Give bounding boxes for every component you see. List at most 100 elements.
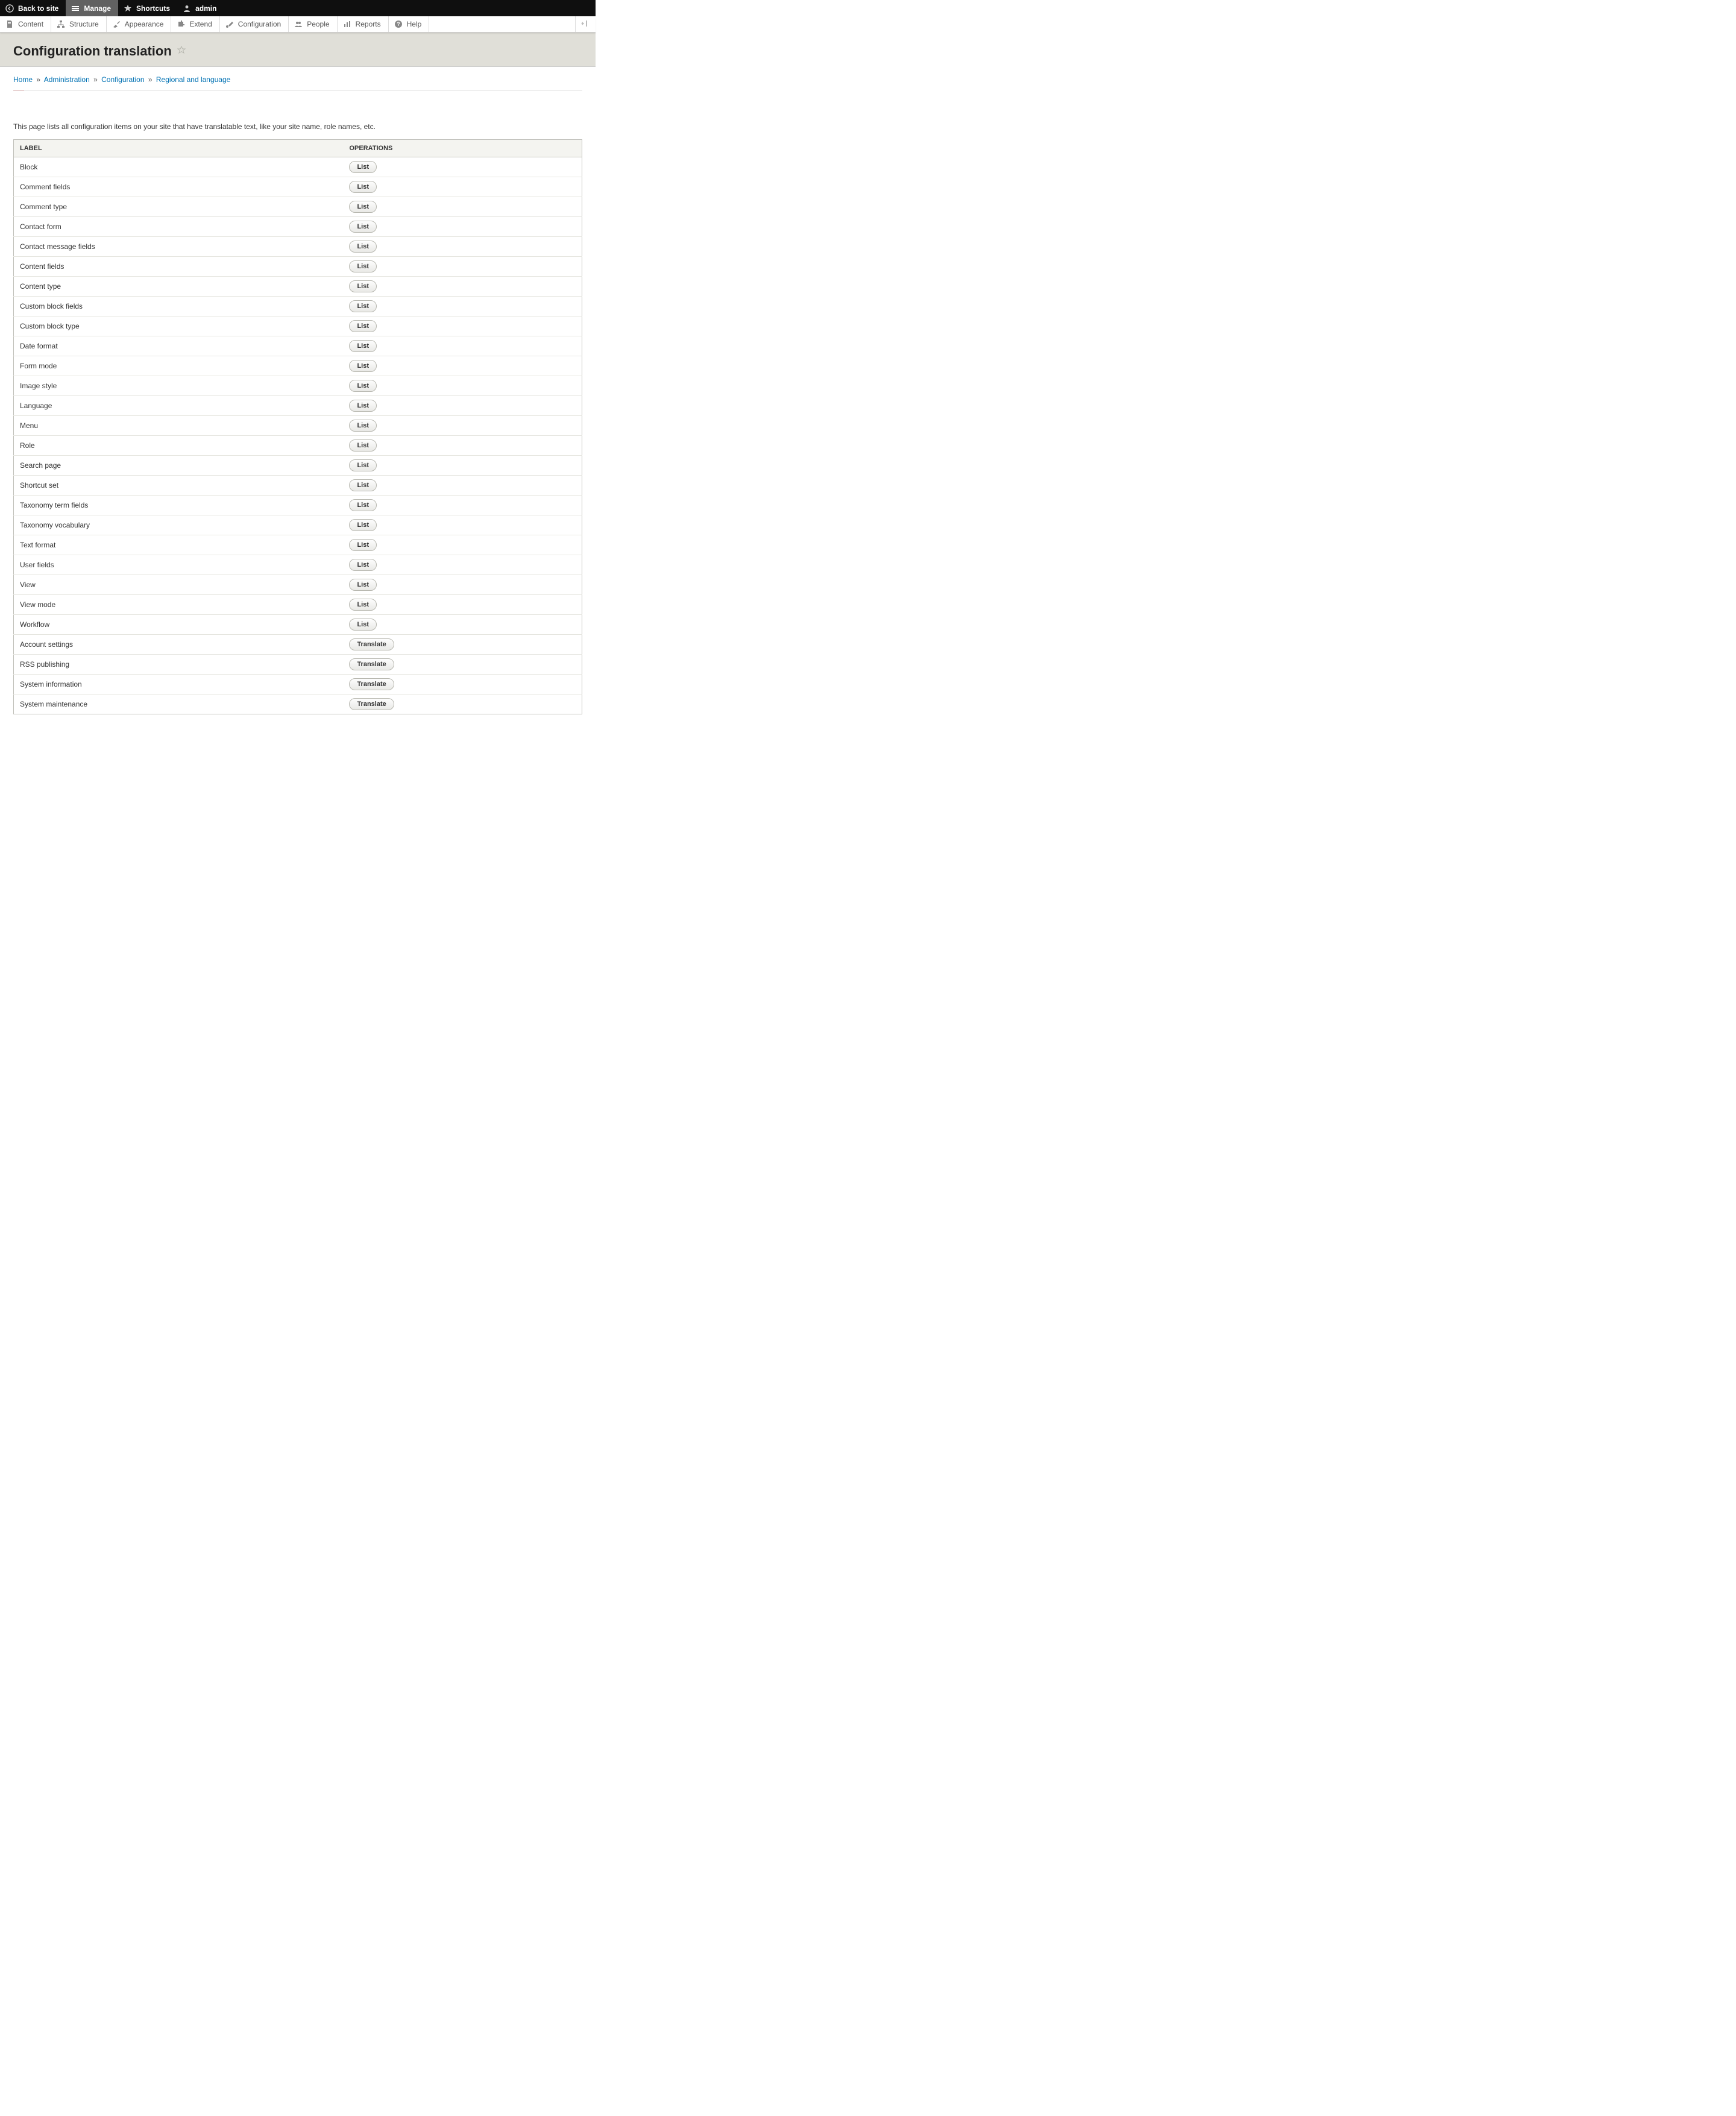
translate-button[interactable]: Translate <box>349 678 394 690</box>
row-operations: List <box>343 615 582 635</box>
list-button[interactable]: List <box>349 519 377 531</box>
list-button[interactable]: List <box>349 579 377 591</box>
table-row: Form mode List <box>14 356 582 376</box>
user-label: admin <box>195 4 216 13</box>
row-operations: List <box>343 595 582 615</box>
row-operations: List <box>343 436 582 456</box>
list-button[interactable]: List <box>349 360 377 372</box>
row-label: Taxonomy vocabulary <box>14 515 344 535</box>
breadcrumb-administration[interactable]: Administration <box>44 75 90 84</box>
orientation-toggle[interactable] <box>575 16 596 32</box>
row-label: View <box>14 575 344 595</box>
list-button[interactable]: List <box>349 479 377 491</box>
tray-item-appearance[interactable]: Appearance <box>107 16 172 32</box>
intro-text: This page lists all configuration items … <box>0 91 596 139</box>
row-operations: List <box>343 515 582 535</box>
list-button[interactable]: List <box>349 260 377 272</box>
table-row: Image style List <box>14 376 582 396</box>
table-row: Search pageList <box>14 456 582 476</box>
table-row: Date formatList <box>14 336 582 356</box>
tray-item-structure[interactable]: Structure <box>51 16 107 32</box>
favorite-star-icon[interactable] <box>177 46 186 54</box>
tray-item-people[interactable]: People <box>289 16 337 32</box>
shortcuts-button[interactable]: Shortcuts <box>118 0 177 16</box>
breadcrumb-regional[interactable]: Regional and language <box>156 75 230 84</box>
list-button[interactable]: List <box>349 300 377 312</box>
table-row: System maintenanceTranslate <box>14 694 582 714</box>
list-button[interactable]: List <box>349 221 377 233</box>
row-label: Text format <box>14 535 344 555</box>
list-button[interactable]: List <box>349 459 377 471</box>
manage-label: Manage <box>84 4 111 13</box>
translate-button[interactable]: Translate <box>349 698 394 710</box>
row-label: Workflow <box>14 615 344 635</box>
list-button[interactable]: List <box>349 499 377 511</box>
translate-button[interactable]: Translate <box>349 658 394 670</box>
row-operations: List <box>343 396 582 416</box>
list-button[interactable]: List <box>349 420 377 432</box>
list-button[interactable]: List <box>349 400 377 412</box>
row-operations: List <box>343 316 582 336</box>
table-row: Shortcut setList <box>14 476 582 496</box>
row-label: Comment type <box>14 197 344 217</box>
col-label-header: LABEL <box>14 140 344 157</box>
user-button[interactable]: admin <box>177 0 224 16</box>
svg-text:?: ? <box>397 21 400 27</box>
row-label: Language <box>14 396 344 416</box>
table-row: Custom block fieldsList <box>14 297 582 316</box>
list-button[interactable]: List <box>349 161 377 173</box>
list-button[interactable]: List <box>349 181 377 193</box>
row-label: Block <box>14 157 344 177</box>
table-row: Text format List <box>14 535 582 555</box>
tray-label: People <box>307 20 329 28</box>
breadcrumb-home[interactable]: Home <box>13 75 33 84</box>
extend-icon <box>176 19 186 29</box>
tray-label: Configuration <box>238 20 281 28</box>
table-row: Taxonomy term fieldsList <box>14 496 582 515</box>
list-button[interactable]: List <box>349 539 377 551</box>
row-operations: Translate <box>343 694 582 714</box>
list-button[interactable]: List <box>349 320 377 332</box>
list-button[interactable]: List <box>349 380 377 392</box>
row-label: Form mode <box>14 356 344 376</box>
page-title: Configuration translation <box>13 43 172 59</box>
row-label: Content type <box>14 277 344 297</box>
table-row: User fieldsList <box>14 555 582 575</box>
table-row: RoleList <box>14 436 582 456</box>
table-row: Comment fieldsList <box>14 177 582 197</box>
list-button[interactable]: List <box>349 340 377 352</box>
table-row: RSS publishingTranslate <box>14 655 582 675</box>
tray-label: Content <box>18 20 43 28</box>
translate-button[interactable]: Translate <box>349 638 394 650</box>
list-button[interactable]: List <box>349 619 377 631</box>
tray-item-extend[interactable]: Extend <box>171 16 219 32</box>
list-button[interactable]: List <box>349 241 377 253</box>
row-label: Image style <box>14 376 344 396</box>
breadcrumb: Home » Administration » Configuration » … <box>0 67 596 87</box>
breadcrumb-configuration[interactable]: Configuration <box>101 75 144 84</box>
list-button[interactable]: List <box>349 559 377 571</box>
back-to-site-button[interactable]: Back to site <box>0 0 66 16</box>
orientation-icon <box>581 19 591 30</box>
tray-item-content[interactable]: Content <box>0 16 51 32</box>
row-label: Menu <box>14 416 344 436</box>
row-operations: List <box>343 456 582 476</box>
toolbar-bar: Back to site Manage Shortcuts admin <box>0 0 596 16</box>
back-icon <box>5 4 14 13</box>
list-button[interactable]: List <box>349 280 377 292</box>
list-button[interactable]: List <box>349 439 377 452</box>
back-to-site-label: Back to site <box>18 4 58 13</box>
title-band: Configuration translation <box>0 33 596 67</box>
tray-item-help[interactable]: ? Help <box>389 16 430 32</box>
table-row: Content type List <box>14 277 582 297</box>
tray-item-configuration[interactable]: Configuration <box>220 16 289 32</box>
row-operations: List <box>343 157 582 177</box>
list-button[interactable]: List <box>349 201 377 213</box>
list-button[interactable]: List <box>349 599 377 611</box>
row-operations: List <box>343 356 582 376</box>
tray-item-reports[interactable]: Reports <box>338 16 389 32</box>
row-operations: List <box>343 496 582 515</box>
manage-button[interactable]: Manage <box>66 0 118 16</box>
table-row: Menu List <box>14 416 582 436</box>
table-row: View modeList <box>14 595 582 615</box>
